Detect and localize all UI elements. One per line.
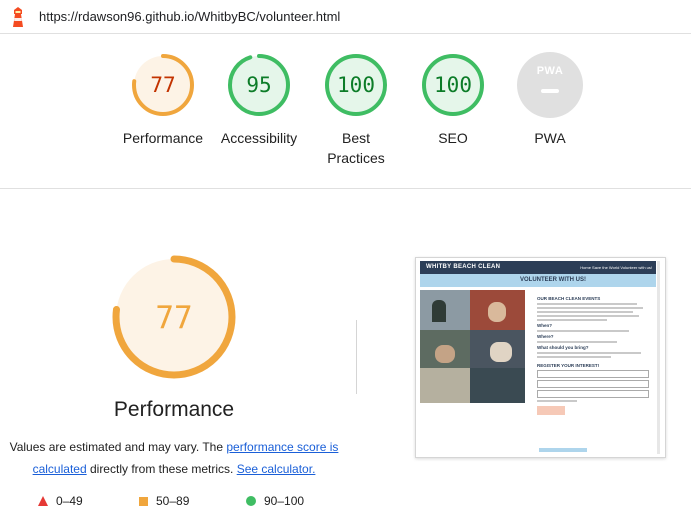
gauge-accessibility[interactable]: 95 Accessibility xyxy=(204,52,314,148)
legend-average-range: 50–89 xyxy=(156,494,190,508)
best-practices-gauge-ring: 100 xyxy=(325,54,387,116)
performance-large-score: 77 xyxy=(155,300,192,336)
thumb-footer xyxy=(539,448,587,452)
report-header: https://rdawson96.github.io/WhitbyBC/vol… xyxy=(0,0,691,34)
thumb-heading-bring: What should you bring? xyxy=(537,345,589,350)
thumb-heading-when: When? xyxy=(537,323,552,328)
legend-fail-range: 0–49 xyxy=(56,494,83,508)
thumb-submit-button xyxy=(537,406,565,415)
performance-label: Performance xyxy=(122,130,204,146)
pwa-badge-icon: PWA xyxy=(517,52,583,118)
thumb-heading-where: Where? xyxy=(537,334,554,339)
category-gauges: 77 Performance 95 Accessibility 100 Best… xyxy=(0,34,691,189)
final-screenshot-thumbnail[interactable]: WHITBY BEACH CLEAN Home Save the World V… xyxy=(415,257,666,458)
performance-gauge-ring: 77 xyxy=(132,54,194,116)
lighthouse-logo-icon xyxy=(13,7,23,27)
see-calculator-link[interactable]: See calculator. xyxy=(237,462,316,476)
seo-gauge-ring: 100 xyxy=(422,54,484,116)
thumb-hero: VOLUNTEER WITH US! xyxy=(420,274,656,287)
thumb-heading-events: OUR BEACH CLEAN EVENTS xyxy=(537,296,601,301)
desc-prefix: Values are estimated and may vary. The xyxy=(9,440,227,454)
gauge-pwa[interactable]: PWA PWA xyxy=(495,52,605,148)
accessibility-label: Accessibility xyxy=(220,130,298,146)
thumb-hero-text: VOLUNTEER WITH US! xyxy=(520,277,586,283)
performance-score: 77 xyxy=(150,73,175,97)
performance-description: Values are estimated and may vary. The p… xyxy=(6,436,342,480)
thumb-brand: WHITBY BEACH CLEAN xyxy=(426,264,501,270)
thumb-heading-register: REGISTER YOUR INTEREST! xyxy=(537,363,600,368)
pass-circle-icon xyxy=(246,496,256,506)
performance-title: Performance xyxy=(113,398,235,421)
legend-pass: 90–100 xyxy=(246,494,304,508)
score-legend: 0–49 50–89 90–100 xyxy=(0,494,360,512)
performance-large-gauge: 77 xyxy=(112,255,236,379)
fail-triangle-icon xyxy=(38,496,48,506)
seo-score: 100 xyxy=(434,73,472,97)
thumb-nav-links: Home Save the World Volunteer with us! xyxy=(580,265,652,270)
pwa-dash xyxy=(541,89,559,93)
pwa-badge-text: PWA xyxy=(536,65,564,77)
page-url[interactable]: https://rdawson96.github.io/WhitbyBC/vol… xyxy=(39,9,340,24)
desc-mid: directly from these metrics. xyxy=(86,462,237,476)
legend-pass-range: 90–100 xyxy=(264,494,305,508)
seo-label: SEO xyxy=(438,130,468,146)
thumb-scrollbar xyxy=(657,261,660,454)
pwa-label: PWA xyxy=(534,130,566,146)
average-square-icon xyxy=(139,496,148,506)
gauge-best-practices[interactable]: 100 Best Practices xyxy=(301,52,411,168)
legend-average: 50–89 xyxy=(139,494,189,508)
gauge-performance[interactable]: 77 Performance xyxy=(108,52,218,148)
thumb-content: OUR BEACH CLEAN EVENTS When? Where? What… xyxy=(537,294,649,415)
vertical-divider xyxy=(356,320,357,394)
legend-fail: 0–49 xyxy=(38,494,83,508)
accessibility-gauge-ring: 95 xyxy=(228,54,290,116)
best-practices-score: 100 xyxy=(337,73,375,97)
thumb-photo-collage xyxy=(420,290,525,403)
accessibility-score: 95 xyxy=(246,73,271,97)
gauge-seo[interactable]: 100 SEO xyxy=(398,52,508,148)
best-practices-label: Best Practices xyxy=(327,130,385,166)
thumb-navbar: WHITBY BEACH CLEAN Home Save the World V… xyxy=(420,261,656,274)
